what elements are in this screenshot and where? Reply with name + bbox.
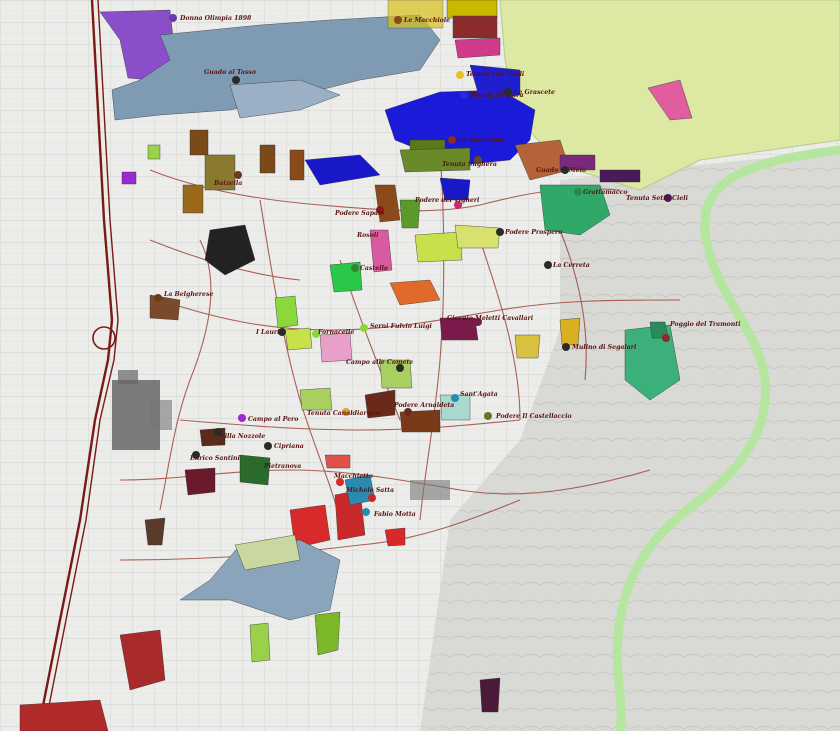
svg-text:Villa Nozzole: Villa Nozzole <box>220 433 265 440</box>
marker-i-lauri: I Lauri <box>255 328 286 336</box>
svg-text:Fabio Motta: Fabio Motta <box>373 511 416 518</box>
svg-text:Castello: Castello <box>360 265 388 272</box>
marker-castello: Castello <box>351 264 388 272</box>
svg-text:Le Macchiole: Le Macchiole <box>403 17 450 24</box>
svg-text:Giorgio Meletti Cavallari: Giorgio Meletti Cavallari <box>447 315 534 322</box>
marker-cipriana: Cipriana <box>264 442 304 450</box>
svg-text:Mulino di Segalari: Mulino di Segalari <box>571 344 637 351</box>
svg-text:Guado al Tasso: Guado al Tasso <box>204 69 256 76</box>
marker-grattamacco: Grattamacco <box>574 188 628 196</box>
svg-text:I Lauri: I Lauri <box>255 329 280 336</box>
svg-text:La Cerreta: La Cerreta <box>552 262 590 269</box>
marker-podere-prospero: Podere Prospero <box>496 228 562 236</box>
marker-campo-al-pero: Campo al Pero <box>238 414 298 423</box>
svg-text:Rosoli: Rosoli <box>356 232 379 239</box>
svg-text:Podere Prospero: Podere Prospero <box>504 229 562 236</box>
svg-text:Poggio del Tramonti: Poggio del Tramonti <box>669 321 741 328</box>
svg-text:Donna Olimpia 1898: Donna Olimpia 1898 <box>179 15 252 22</box>
svg-text:Enrico Santini: Enrico Santini <box>189 455 241 462</box>
svg-text:Campo al Pero: Campo al Pero <box>248 416 298 423</box>
vineyard-map[interactable]: Donna Olimpia 1898 Le Macchiole Guado al… <box>0 0 840 731</box>
svg-text:Cà Marcanda: Cà Marcanda <box>458 137 504 144</box>
svg-text:La Belgherese: La Belgherese <box>163 291 213 298</box>
marker-tenuta-dei-vitali: Tenuta Dei Vitali <box>456 71 525 79</box>
svg-text:Fornacelle: Fornacelle <box>317 329 354 336</box>
svg-text:Sant'Agata: Sant'Agata <box>460 391 498 398</box>
marker-castellaccio: Podere Il Castellaccio <box>484 412 572 420</box>
marker-la-cerreta: La Cerreta <box>544 261 590 269</box>
svg-text:Michele Satta: Michele Satta <box>345 487 394 494</box>
marker-mulino-di-segalari: Mulino di Segalari <box>562 343 637 351</box>
svg-text:Macchietto: Macchietto <box>333 473 373 480</box>
svg-text:Pietranova: Pietranova <box>263 463 301 470</box>
svg-text:Grattamacco: Grattamacco <box>583 189 628 196</box>
svg-text:Tenuta Sette Cieli: Tenuta Sette Cieli <box>626 195 689 202</box>
svg-text:Le Grascete: Le Grascete <box>513 89 555 96</box>
marker-donna-olimpia: Donna Olimpia 1898 <box>169 14 252 22</box>
marker-canaldiargine: Tenuta Canaldiargine <box>307 408 382 417</box>
marker-sette-cieli: Tenuta Sette Cieli <box>626 194 689 202</box>
marker-rosoli: Rosoli <box>356 230 382 239</box>
svg-text:Batzella: Batzella <box>213 180 242 187</box>
svg-text:Tenuta Canaldiargine: Tenuta Canaldiargine <box>307 410 382 417</box>
svg-text:Podere dei Vigneri: Podere dei Vigneri <box>414 197 480 204</box>
svg-text:Guado al Melo: Guado al Melo <box>536 167 586 174</box>
svg-text:Serni Fulvio Luigi: Serni Fulvio Luigi <box>370 323 433 330</box>
svg-text:Podere Sapaio: Podere Sapaio <box>334 210 385 217</box>
svg-text:Podere Arnaldeta: Podere Arnaldeta <box>393 402 454 409</box>
svg-text:Campo alle Comete: Campo alle Comete <box>346 359 413 366</box>
svg-text:Podere Il Castellaccio: Podere Il Castellaccio <box>495 413 572 420</box>
svg-text:Cipriana: Cipriana <box>274 443 304 450</box>
marker-guado-al-melo: Guado al Melo <box>536 166 586 174</box>
svg-text:Tenuta Sughera: Tenuta Sughera <box>442 161 497 168</box>
svg-text:Tenuta Dei Vitali: Tenuta Dei Vitali <box>466 71 525 78</box>
